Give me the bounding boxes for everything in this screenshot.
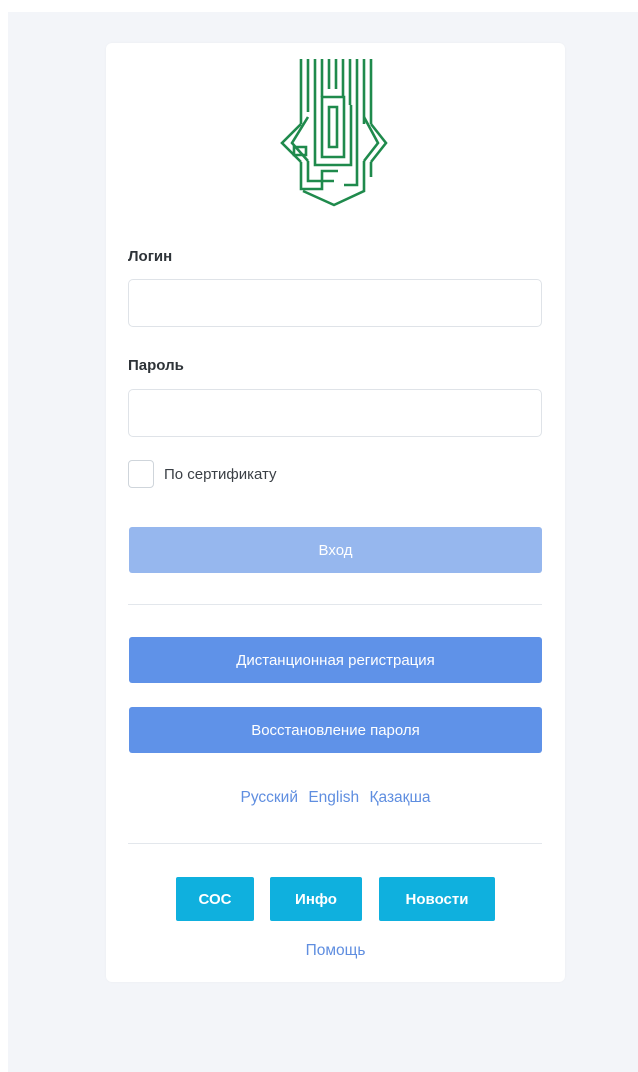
- login-input[interactable]: [128, 279, 542, 327]
- sos-button[interactable]: СОС: [176, 877, 254, 921]
- language-switcher: Русский English Қазақша: [106, 789, 565, 807]
- password-recovery-button[interactable]: Восстановление пароля: [129, 707, 542, 753]
- language-link-russian[interactable]: Русский: [240, 789, 298, 806]
- remote-registration-button[interactable]: Дистанционная регистрация: [129, 637, 542, 683]
- certificate-checkbox[interactable]: [128, 460, 154, 488]
- login-button[interactable]: Вход: [129, 527, 542, 573]
- info-button[interactable]: Инфо: [270, 877, 362, 921]
- password-label: Пароль: [128, 357, 184, 374]
- news-button[interactable]: Новости: [379, 877, 495, 921]
- certificate-checkbox-row[interactable]: По сертификату: [128, 459, 277, 489]
- login-label: Логин: [128, 248, 173, 265]
- certificate-checkbox-label[interactable]: По сертификату: [164, 466, 277, 483]
- divider: [128, 604, 542, 605]
- logo-icon: [280, 59, 388, 207]
- language-link-english[interactable]: English: [308, 789, 359, 806]
- divider: [128, 843, 542, 844]
- login-card: Логин Пароль По сертификату Вход Дистанц…: [106, 43, 565, 982]
- help-link[interactable]: Помощь: [106, 942, 565, 960]
- language-link-kazakh[interactable]: Қазақша: [369, 789, 430, 806]
- password-input[interactable]: [128, 389, 542, 437]
